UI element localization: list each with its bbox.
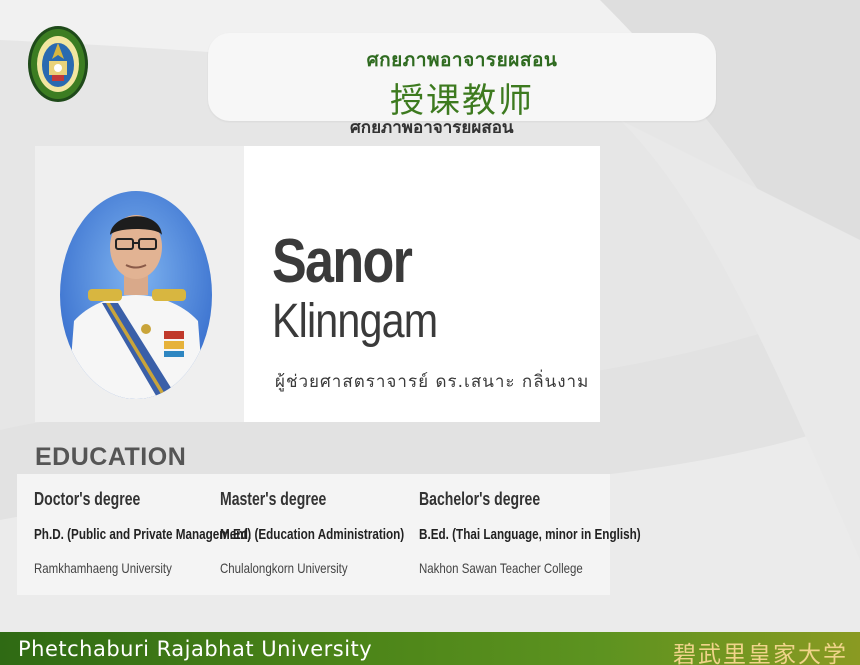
- photo-panel: [35, 146, 244, 422]
- profile-card: Sanor Klinngam ผู้ช่วยศาสตราจารย์ ดร.เสน…: [35, 146, 600, 422]
- title-box: ศกยภาพอาจารยผสอน 授课教师: [208, 33, 716, 121]
- degree-university: Chulalongkorn University: [220, 560, 348, 576]
- footer-university-chinese: 碧武里皇家大学: [673, 642, 848, 665]
- degree-level: Bachelor's degree: [419, 489, 541, 509]
- education-table: Doctor's degree Ph.D. (Public and Privat…: [17, 474, 641, 595]
- first-name: Sanor: [272, 227, 413, 296]
- degree-major: Ph.D. (Public and Private Management): [34, 526, 252, 543]
- portrait-photo: [60, 191, 212, 399]
- degree-level: Doctor's degree: [34, 489, 141, 509]
- degree-university: Ramkhamhaeng University: [34, 560, 172, 576]
- education-heading: EDUCATION: [35, 443, 187, 471]
- hidden-line-text: ศกยภาพอาจารยผสอน: [350, 123, 514, 133]
- university-seal-icon: [28, 26, 88, 102]
- degree-major: M.Ed. (Education Administration): [220, 526, 405, 543]
- degree-major: B.Ed. (Thai Language, minor in English): [419, 526, 641, 543]
- hidden-line-fragment: ศกยภาพอาจารยผสอน: [350, 123, 540, 133]
- footer-university-english: Phetchaburi Rajabhat University: [18, 637, 373, 661]
- page-title-thai: ศกยภาพอาจารยผสอน: [366, 49, 558, 71]
- degree-university: Nakhon Sawan Teacher College: [419, 560, 583, 576]
- footer-bar: Phetchaburi Rajabhat University 碧武里皇家大学: [0, 632, 860, 665]
- degree-level: Master's degree: [220, 489, 327, 509]
- last-name: Klinngam: [272, 295, 438, 348]
- page-title-chinese: 授课教师: [390, 81, 534, 121]
- thai-name-with-title: ผู้ช่วยศาสตราจารย์ ดร.เสนาะ กลิ่นงาม: [275, 372, 590, 392]
